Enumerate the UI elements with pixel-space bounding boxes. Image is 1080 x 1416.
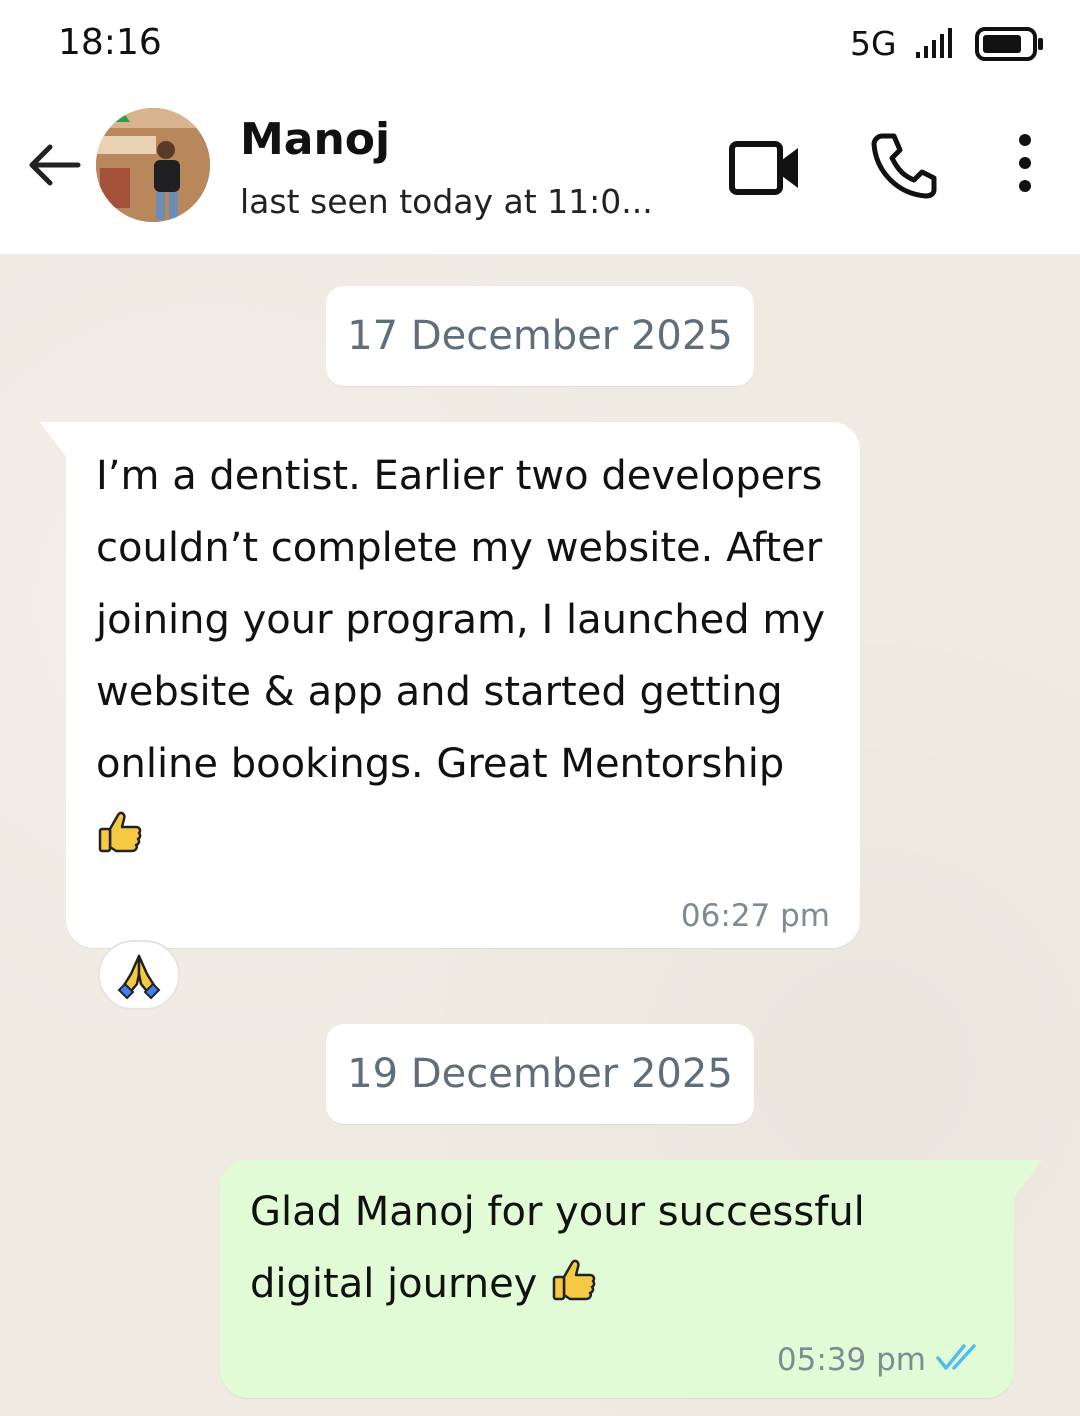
avatar-photo-icon	[96, 108, 210, 222]
outgoing-message: Glad Manoj for your successful digital j…	[250, 1176, 990, 1320]
chat-header: Manoj last seen today at 11:0...	[0, 90, 1080, 254]
status-time: 18:16	[58, 22, 162, 63]
battery-icon	[975, 27, 1043, 61]
outgoing-message-bubble[interactable]: Glad Manoj for your successful digital j…	[220, 1160, 1014, 1398]
double-check-read-icon	[936, 1344, 976, 1370]
contact-name[interactable]: Manoj	[240, 114, 390, 165]
incoming-message-bubble[interactable]: I’m a dentist. Earlier two developers co…	[66, 422, 860, 948]
last-seen-status: last seen today at 11:0...	[240, 182, 653, 221]
back-arrow-icon[interactable]	[22, 138, 84, 192]
date-separator: 19 December 2025	[326, 1024, 754, 1124]
reaction-badge[interactable]	[98, 940, 180, 1010]
bubble-tail	[1012, 1160, 1042, 1200]
avatar[interactable]	[96, 108, 210, 222]
status-bar: 18:16 5G	[0, 0, 1080, 90]
chat-area[interactable]: 17 December 2025 I’m a dentist. Earlier …	[0, 254, 1080, 1416]
signal-icon	[916, 28, 952, 58]
folded-hands-icon	[117, 954, 161, 1000]
date-separator: 17 December 2025	[326, 286, 754, 386]
thumbs-up-icon	[552, 1259, 596, 1301]
message-time: 06:27 pm	[680, 898, 830, 934]
more-vertical-icon[interactable]	[1004, 130, 1046, 202]
message-time: 05:39 pm	[776, 1342, 926, 1378]
thumbs-up-icon	[98, 811, 142, 853]
video-call-icon[interactable]	[726, 136, 804, 200]
network-type: 5G	[850, 24, 897, 63]
incoming-message-text: I’m a dentist. Earlier two developers co…	[96, 453, 825, 787]
phone-icon[interactable]	[868, 130, 940, 202]
incoming-message: I’m a dentist. Earlier two developers co…	[96, 440, 836, 872]
